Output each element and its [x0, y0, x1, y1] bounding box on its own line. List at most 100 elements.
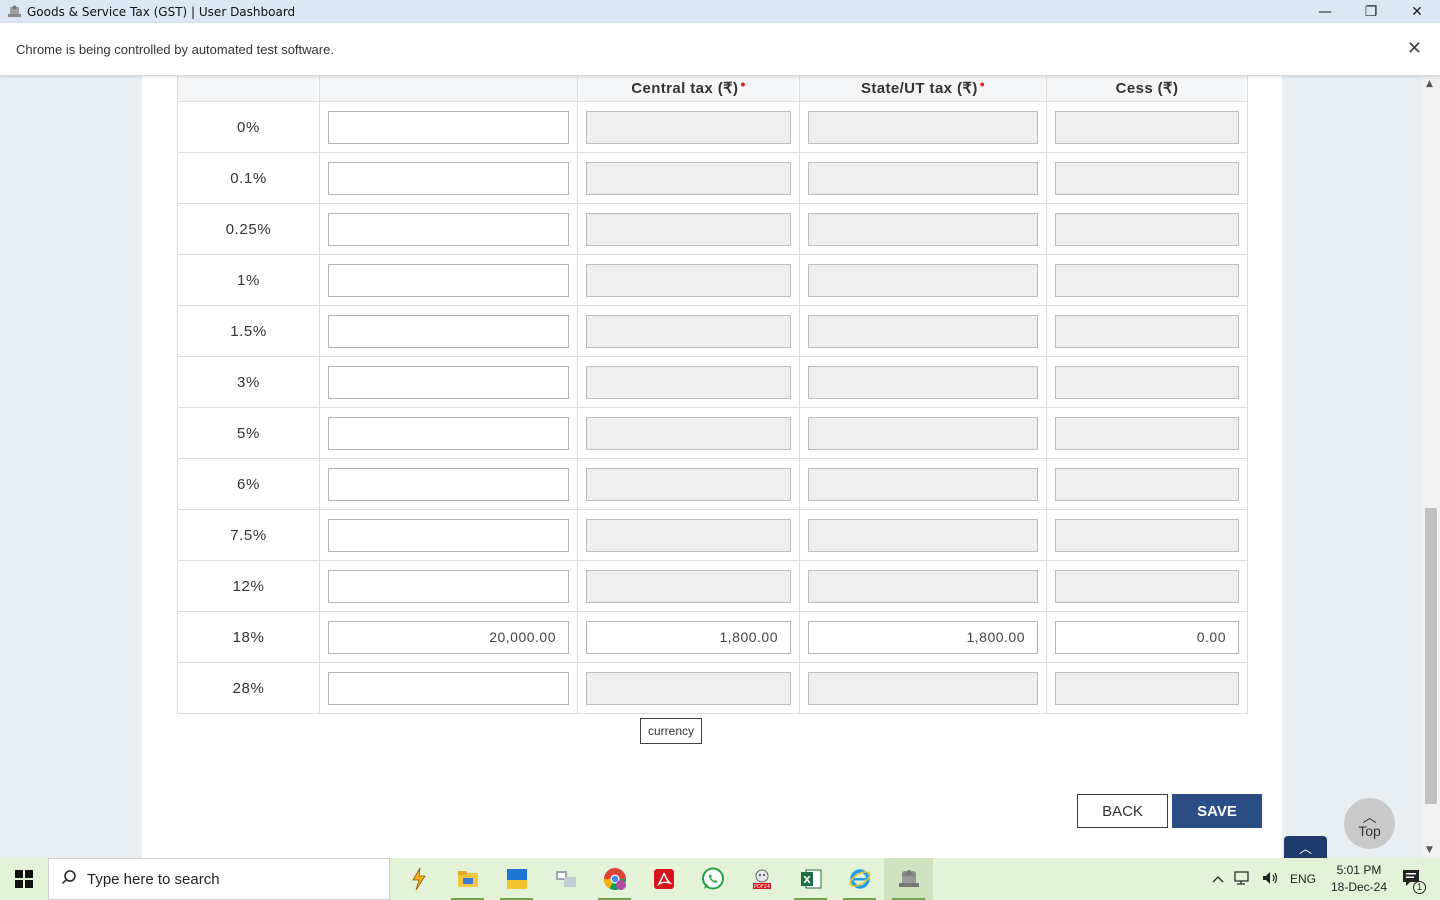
taxable-value-input[interactable] — [328, 671, 569, 705]
volume-icon[interactable] — [1262, 871, 1280, 888]
taxable-value-input[interactable] — [328, 467, 569, 501]
central-tax-input[interactable] — [586, 518, 791, 552]
taskbar-acrobat-icon[interactable] — [639, 858, 688, 900]
state-tax-input[interactable] — [808, 110, 1038, 144]
taskbar-network-app-icon[interactable] — [541, 858, 590, 900]
cess-input[interactable] — [1055, 467, 1239, 501]
central-tax-input[interactable] — [586, 569, 791, 603]
header-central-tax: Central tax (₹) • — [577, 76, 800, 102]
cess-input[interactable] — [1055, 212, 1239, 246]
state-tax-input[interactable] — [808, 212, 1038, 246]
language-indicator[interactable]: ENG — [1290, 872, 1316, 886]
start-button[interactable] — [0, 858, 48, 900]
tax-rate-cell: 3% — [177, 356, 320, 408]
central-tax-input[interactable] — [586, 110, 791, 144]
state-tax-input[interactable] — [808, 416, 1038, 450]
central-tax-cell — [577, 662, 800, 714]
cess-input[interactable] — [1055, 569, 1239, 603]
taxable-value-input[interactable] — [328, 110, 569, 144]
cess-input[interactable] — [1055, 110, 1239, 144]
cess-input[interactable]: 0.00 — [1055, 620, 1239, 654]
central-tax-input[interactable] — [586, 161, 791, 195]
state-tax-cell — [799, 560, 1047, 612]
state-tax-input[interactable] — [808, 467, 1038, 501]
state-tax-input[interactable] — [808, 161, 1038, 195]
taxable-value-input[interactable] — [328, 212, 569, 246]
table-header-row: Central tax (₹) • State/UT tax (₹) • Cess … — [177, 76, 1248, 102]
cess-input[interactable] — [1055, 416, 1239, 450]
taskbar-store-icon[interactable] — [492, 858, 541, 900]
central-tax-input[interactable] — [586, 365, 791, 399]
tax-rate-cell: 18% — [177, 611, 320, 663]
cess-input[interactable] — [1055, 365, 1239, 399]
taxable-value-input[interactable] — [328, 365, 569, 399]
show-hidden-icons-chevron-icon[interactable] — [1212, 872, 1224, 886]
back-button[interactable]: BACK — [1077, 794, 1168, 828]
central-tax-input[interactable]: 1,800.00 — [586, 620, 791, 654]
minimize-button[interactable]: — — [1302, 0, 1348, 23]
taskbar-app-bolt-icon[interactable] — [394, 858, 443, 900]
state-tax-input[interactable] — [808, 365, 1038, 399]
notifications-icon[interactable]: 1 — [1402, 869, 1426, 894]
taskbar-search-box[interactable]: Type here to search — [48, 858, 390, 900]
central-tax-input[interactable] — [586, 263, 791, 297]
taskbar-internet-explorer-icon[interactable] — [835, 858, 884, 900]
chat-toggle-button[interactable]: ︿ — [1284, 836, 1327, 858]
central-tax-input[interactable] — [586, 314, 791, 348]
state-tax-cell — [799, 101, 1047, 153]
taxable-value-cell — [319, 662, 578, 714]
cess-cell — [1046, 254, 1248, 306]
cess-input[interactable] — [1055, 263, 1239, 297]
state-tax-cell — [799, 662, 1047, 714]
scrollbar-thumb[interactable] — [1425, 508, 1437, 804]
taxable-value-input[interactable] — [328, 416, 569, 450]
state-tax-input[interactable] — [808, 569, 1038, 603]
central-tax-input[interactable] — [586, 467, 791, 501]
state-tax-input[interactable] — [808, 314, 1038, 348]
system-tray: ENG 5:01 PM 18-Dec-24 1 — [1207, 858, 1440, 900]
taxable-value-input[interactable] — [328, 569, 569, 603]
cess-input[interactable] — [1055, 161, 1239, 195]
state-tax-input[interactable] — [808, 671, 1038, 705]
chevron-up-icon: ︿ — [1298, 841, 1312, 857]
tax-rate-cell: 5% — [177, 407, 320, 459]
infobar-close-icon[interactable]: ✕ — [1407, 38, 1422, 59]
taxable-value-input[interactable] — [328, 314, 569, 348]
clock-date: 18-Dec-24 — [1330, 880, 1387, 894]
cess-input[interactable] — [1055, 314, 1239, 348]
taskbar-clock[interactable]: 5:01 PM 18-Dec-24 — [1331, 862, 1387, 896]
central-tax-input[interactable] — [586, 416, 791, 450]
taxable-value-input[interactable] — [328, 518, 569, 552]
required-marker: • — [740, 76, 746, 92]
scroll-down-arrow-icon[interactable]: ▼ — [1426, 845, 1433, 855]
state-tax-input[interactable]: 1,800.00 — [808, 620, 1038, 654]
central-tax-input[interactable] — [586, 671, 791, 705]
cess-input[interactable] — [1055, 518, 1239, 552]
header-central-tax-label: Central tax (₹) — [631, 80, 739, 97]
cess-cell — [1046, 458, 1248, 510]
taskbar-chrome-icon[interactable] — [590, 858, 639, 900]
vertical-scrollbar[interactable]: ▲ ▼ — [1422, 76, 1440, 858]
taxable-value-input[interactable] — [328, 161, 569, 195]
scroll-up-arrow-icon[interactable]: ▲ — [1426, 79, 1433, 89]
central-tax-input[interactable] — [586, 212, 791, 246]
taxable-value-input[interactable] — [328, 263, 569, 297]
taskbar-file-explorer-icon[interactable] — [443, 858, 492, 900]
taskbar-pdf24-icon[interactable]: PDF24 — [737, 858, 786, 900]
cess-input[interactable] — [1055, 671, 1239, 705]
tax-rate-cell: 12% — [177, 560, 320, 612]
network-icon[interactable] — [1234, 870, 1252, 888]
save-button[interactable]: SAVE — [1172, 794, 1262, 828]
state-tax-input[interactable] — [808, 263, 1038, 297]
restore-button[interactable]: ❐ — [1348, 0, 1394, 23]
taxable-value-input[interactable]: 20,000.00 — [328, 620, 569, 654]
table-row: 6% — [177, 458, 1248, 510]
taxable-value-cell — [319, 356, 578, 408]
taskbar-gst-app-icon[interactable] — [884, 858, 933, 900]
taskbar-excel-icon[interactable]: X — [786, 858, 835, 900]
state-tax-input[interactable] — [808, 518, 1038, 552]
chevron-up-icon: ︿ — [1362, 808, 1377, 825]
taskbar-whatsapp-icon[interactable] — [688, 858, 737, 900]
window-close-button[interactable]: ✕ — [1394, 0, 1440, 23]
scroll-to-top-button[interactable]: ︿ Top — [1344, 798, 1395, 849]
